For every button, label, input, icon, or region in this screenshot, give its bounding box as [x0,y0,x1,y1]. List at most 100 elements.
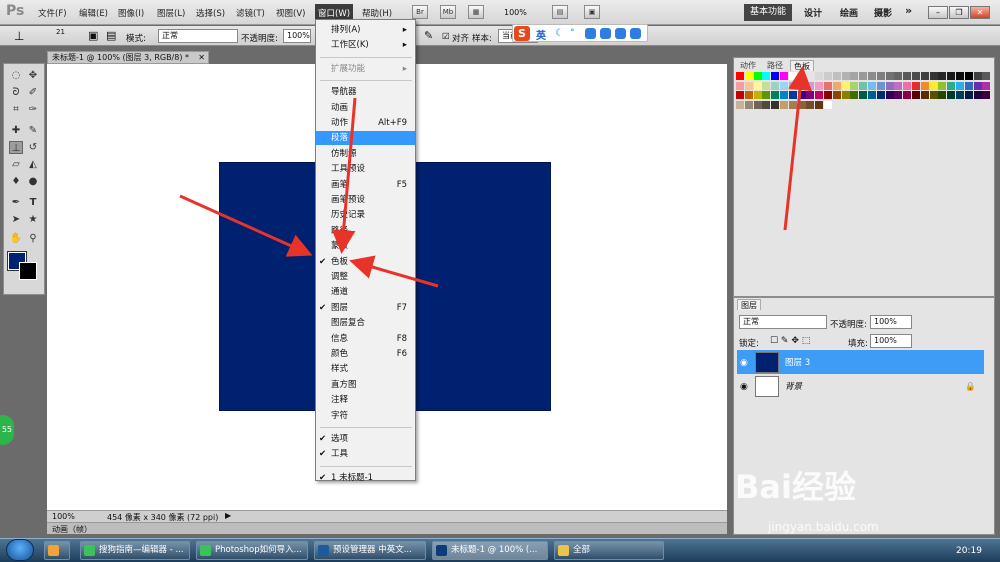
tab-swatches[interactable]: 色板 [790,60,814,71]
color-swatch[interactable] [956,72,964,80]
color-swatch[interactable] [762,81,771,90]
color-swatch[interactable] [947,91,956,99]
color-swatch[interactable] [868,72,876,80]
color-swatch[interactable] [868,91,876,99]
color-swatch[interactable] [762,100,771,109]
marquee-tool-icon[interactable]: ◌ [9,69,23,82]
color-swatch[interactable] [797,81,806,90]
window-menu-item[interactable]: 段落 [316,131,415,146]
window-menu-item[interactable]: 色板 ✔ [316,255,415,269]
color-swatch[interactable] [841,91,850,99]
color-swatch[interactable] [982,72,991,80]
wrench-icon[interactable] [630,28,641,39]
color-swatch[interactable] [964,91,973,99]
color-swatch[interactable] [753,91,762,99]
status-zoom[interactable]: 100% [52,512,75,521]
color-swatch[interactable] [920,91,929,99]
window-menu-item[interactable]: 蒙版 [316,239,415,253]
zoom-level[interactable]: 100% [504,8,527,17]
color-swatch[interactable] [938,81,947,90]
color-swatch[interactable] [876,91,885,99]
tab-paths[interactable]: 路径 [764,60,786,71]
color-swatch[interactable] [762,91,771,99]
menu-window[interactable]: 窗口(W) [315,4,354,20]
minimize-button[interactable]: – [928,6,948,19]
clone-stamp-tool-icon[interactable]: ⊥ [9,141,23,154]
mini-bridge-icon[interactable]: Mb [440,5,456,19]
window-menu-item[interactable]: 排列(A) ▸ [316,23,415,37]
color-swatch[interactable] [824,72,832,80]
color-swatch[interactable] [920,81,929,90]
eyedropper-tool-icon[interactable]: ✑ [26,103,40,116]
color-swatch[interactable] [797,72,806,80]
color-swatch[interactable] [929,91,938,99]
color-swatch[interactable] [956,91,964,99]
screen-mode-icon[interactable]: ▣ [584,5,600,19]
color-swatch[interactable] [753,81,762,90]
animation-panel-bar[interactable]: 动画（帧） [47,522,727,534]
color-swatch[interactable] [841,72,850,80]
color-swatch[interactable] [929,81,938,90]
ime-mode[interactable]: 英 [536,27,546,42]
color-swatch[interactable] [771,72,780,80]
window-menu-item[interactable]: 通道 [316,285,415,299]
crop-tool-icon[interactable]: ⌗ [9,103,23,116]
window-menu-item[interactable]: 图层 ✔ F7 [316,301,415,315]
color-swatch[interactable] [771,81,780,90]
color-swatch[interactable] [894,72,903,80]
color-swatch[interactable] [815,91,824,99]
lasso-tool-icon[interactable]: ᘐ [9,86,23,99]
brush-size[interactable]: 21 [56,28,65,36]
color-swatch[interactable] [903,81,912,90]
path-select-tool-icon[interactable]: ➤ [9,213,23,226]
color-swatch[interactable] [736,91,744,99]
skin-icon[interactable] [615,28,626,39]
arrange-icon[interactable]: ▤ [552,5,568,19]
mode-select[interactable]: 正常 [158,29,238,43]
swatch-grid[interactable] [736,72,992,118]
paint-bucket-tool-icon[interactable]: ◭ [26,158,40,171]
blur-tool-icon[interactable]: ♦ [9,175,23,188]
color-swatch[interactable] [815,72,824,80]
layer-name[interactable]: 背景 [785,374,802,400]
airbrush-icon[interactable]: ✎ [424,29,433,42]
menu-layer[interactable]: 图层(L) [157,7,185,19]
task-photoshop-guide[interactable]: Photoshop如何导入... [196,541,308,560]
color-swatch[interactable] [780,72,788,80]
color-swatch[interactable] [788,91,797,99]
workspace-painting[interactable]: 绘画 [840,6,858,19]
color-swatch[interactable] [806,100,815,109]
window-menu-item[interactable]: 仿制源 [316,147,415,161]
window-menu-item[interactable]: 直方图 [316,378,415,392]
history-brush-tool-icon[interactable]: ↺ [26,141,40,154]
type-tool-icon[interactable]: T [26,196,40,209]
fill-input[interactable]: 100% [870,334,912,348]
sogou-logo[interactable]: S [514,26,530,41]
workspace-basic[interactable]: 基本功能 [744,4,792,21]
shape-tool-icon[interactable]: ★ [26,213,40,226]
color-swatch[interactable] [912,72,920,80]
task-preset-manager[interactable]: 预设管理器 中英文... [314,541,426,560]
window-menu-item[interactable]: 调整 [316,270,415,284]
color-swatch[interactable] [780,100,788,109]
color-swatch[interactable] [824,100,832,109]
workspace-photography[interactable]: 摄影 [874,6,892,19]
color-swatch[interactable] [947,72,956,80]
color-swatch[interactable] [832,81,841,90]
color-swatch[interactable] [885,91,894,99]
color-swatch[interactable] [841,81,850,90]
restore-button[interactable]: ❐ [949,6,969,19]
window-menu-item[interactable]: 字符 [316,409,415,423]
color-swatch[interactable] [824,91,832,99]
zoom-tool-icon[interactable]: ⚲ [26,232,40,245]
window-menu-item[interactable]: 动画 [316,101,415,115]
side-badge[interactable]: 55 [0,415,14,445]
move-tool-icon[interactable]: ✥ [26,69,40,82]
color-swatch[interactable] [753,72,762,80]
bridge-icon[interactable]: Br [412,5,428,19]
window-menu-item[interactable]: 路径 [316,224,415,238]
window-menu-item[interactable]: 1 未标题-1 ✔ [316,471,415,485]
color-swatch[interactable] [762,72,771,80]
keyboard-icon[interactable] [585,28,596,39]
tab-actions[interactable]: 动作 [737,60,759,71]
